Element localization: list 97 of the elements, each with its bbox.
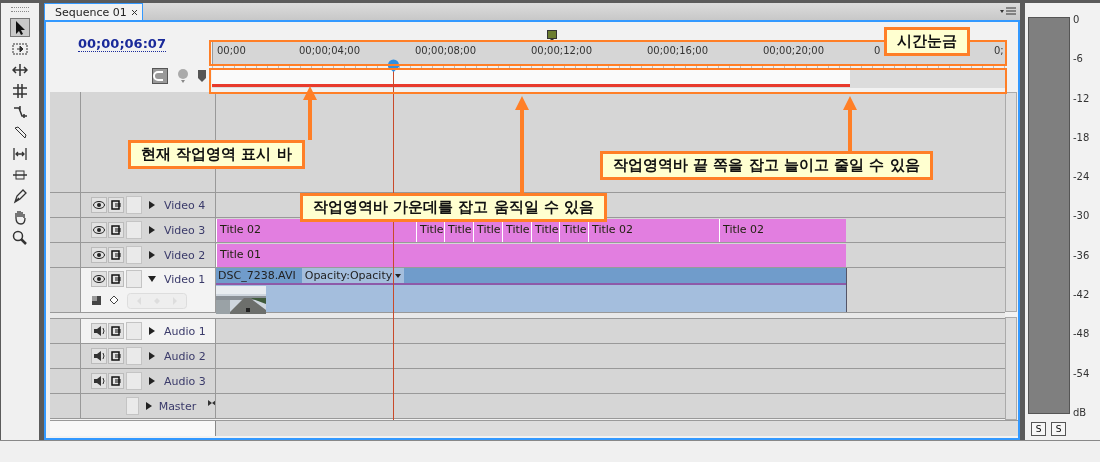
ruler-label: 00;00;08;00: [415, 45, 476, 56]
track-header[interactable]: Video 2: [81, 243, 216, 267]
meter-scale-label: -48: [1073, 328, 1090, 340]
lock-toggle[interactable]: [126, 347, 142, 365]
title-clip[interactable]: Title 01: [216, 244, 846, 267]
ruler-label: 0: [874, 45, 881, 56]
video-clip[interactable]: DSC_7238.AVI Opacity:Opacity: [216, 268, 847, 312]
eye-icon[interactable]: [91, 271, 107, 287]
sync-lock-icon[interactable]: [108, 373, 124, 389]
meter-scale-label: -54: [1073, 367, 1090, 379]
track-header[interactable]: Audio 3: [81, 369, 216, 393]
track-name: Video 1: [164, 272, 206, 286]
eye-icon[interactable]: [91, 222, 107, 238]
meter-scale-label: dB: [1073, 406, 1088, 418]
annotation-tooltip: 작업영역바 가운데를 잡고 움직일 수 있음: [300, 193, 608, 222]
title-clip[interactable]: Title 02: [216, 219, 416, 242]
marker-icon[interactable]: [176, 68, 190, 84]
track-name: Video 4: [164, 198, 206, 212]
work-area-bar[interactable]: [212, 70, 850, 87]
effect-dropdown[interactable]: Opacity:Opacity: [301, 268, 405, 283]
playhead-handle[interactable]: [387, 59, 400, 72]
sync-lock-icon[interactable]: [108, 197, 124, 213]
sync-lock-icon[interactable]: [108, 271, 124, 287]
track-header[interactable]: Video 3: [81, 218, 216, 242]
track-name: Audio 3: [164, 374, 206, 388]
display-style-icon[interactable]: [91, 295, 103, 307]
meter-scale-label: -24: [1073, 171, 1090, 183]
track-name: Video 3: [164, 223, 206, 237]
speaker-icon[interactable]: [91, 348, 107, 364]
arrow: [843, 96, 857, 151]
sync-lock-icon[interactable]: [108, 247, 124, 263]
header-scrollbar[interactable]: [50, 421, 216, 436]
marker-icon: [547, 30, 557, 42]
selection-tool-icon[interactable]: [10, 18, 30, 37]
lock-toggle[interactable]: [126, 196, 142, 214]
speaker-icon[interactable]: [91, 373, 107, 389]
meter-scale-label: -18: [1073, 131, 1090, 143]
snap-icon[interactable]: [152, 68, 168, 84]
expand-arrow-icon[interactable]: [147, 225, 157, 235]
timecode[interactable]: 00;00;06:07: [78, 36, 166, 52]
collapse-arrow-icon[interactable]: [147, 274, 157, 284]
arrow: [303, 86, 317, 140]
ruler-label: 00;00;20;00: [763, 45, 824, 56]
caret-icon[interactable]: [395, 273, 402, 278]
meter-scale-label: -30: [1073, 210, 1090, 222]
lock-toggle[interactable]: [126, 372, 142, 390]
title-clip[interactable]: Title 02: [588, 219, 719, 242]
sync-lock-icon[interactable]: [108, 323, 124, 339]
solo-button[interactable]: S: [1051, 422, 1066, 436]
meter-scale-label: -42: [1073, 289, 1090, 301]
track-name: Video 2: [164, 248, 206, 262]
expand-arrow-icon[interactable]: [147, 200, 157, 210]
meter-scale-label: -6: [1073, 53, 1084, 65]
expand-arrow-icon[interactable]: [147, 351, 157, 361]
expand-arrow-icon[interactable]: [147, 376, 157, 386]
expand-arrow-icon[interactable]: [143, 401, 152, 411]
track-name: Audio 1: [164, 324, 206, 338]
panel-menu-icon[interactable]: [1000, 7, 1016, 16]
expand-arrow-icon[interactable]: [147, 326, 157, 336]
meter-scale-label: -12: [1073, 92, 1090, 104]
eye-icon[interactable]: [91, 197, 107, 213]
expand-arrow-icon[interactable]: [147, 250, 157, 260]
track-header[interactable]: Audio 2: [81, 344, 216, 368]
track-name: Audio 2: [164, 349, 206, 363]
track-header[interactable]: Video 4: [81, 193, 216, 217]
speaker-icon[interactable]: [91, 323, 107, 339]
title-clip[interactable]: Title 02: [719, 219, 846, 242]
lock-toggle[interactable]: [126, 397, 139, 415]
solo-button[interactable]: S: [1031, 422, 1046, 436]
ruler-label: 00;00;12;00: [531, 45, 592, 56]
lock-toggle[interactable]: [126, 322, 142, 340]
track-header[interactable]: Master: [81, 394, 216, 418]
annotation-tooltip: 작업영역바 끝 쪽을 잡고 늘이고 줄일 수 있음: [600, 151, 933, 180]
audio-scrollbar[interactable]: [1005, 317, 1017, 420]
sequence-tab[interactable]: Sequence 01: [44, 3, 143, 20]
track-name: Master: [158, 399, 197, 413]
sync-lock-icon[interactable]: [108, 222, 124, 238]
timeline-scrollbar[interactable]: [216, 421, 1018, 436]
ruler-label: 00;00;04;00: [299, 45, 360, 56]
eye-icon[interactable]: [91, 247, 107, 263]
annotation-tooltip: 현재 작업영역 표시 바: [128, 140, 305, 169]
lock-toggle[interactable]: [126, 246, 142, 264]
meter-scale-label: 0: [1073, 14, 1081, 25]
ruler-label: 0;: [994, 45, 1004, 56]
lock-toggle[interactable]: [126, 221, 142, 239]
annotation-tooltip: 시간눈금: [884, 27, 970, 56]
ruler-label: 00;00: [217, 45, 246, 56]
clip-name: DSC_7238.AVI: [218, 269, 296, 282]
keyframe-icon[interactable]: [109, 295, 121, 307]
video-scrollbar[interactable]: [1005, 92, 1017, 312]
ruler-label: 00;00;16;00: [647, 45, 708, 56]
bowtie-icon: [207, 399, 215, 407]
lock-toggle[interactable]: [126, 270, 142, 288]
sync-lock-icon[interactable]: [108, 348, 124, 364]
meter-scale-label: -36: [1073, 249, 1090, 261]
marker-flag-icon[interactable]: [198, 70, 206, 82]
close-icon[interactable]: [130, 8, 138, 16]
